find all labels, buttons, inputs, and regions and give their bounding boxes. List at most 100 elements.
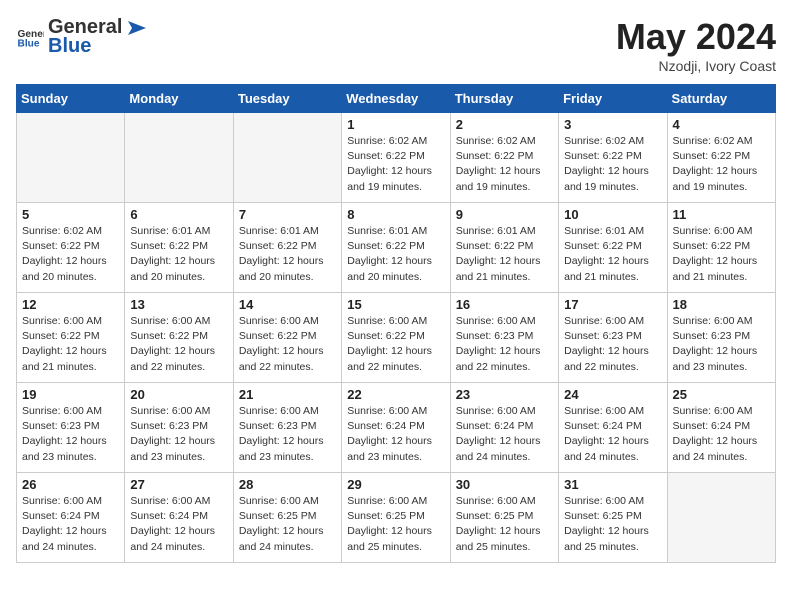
calendar-day-cell: 16Sunrise: 6:00 AM Sunset: 6:23 PM Dayli… bbox=[450, 293, 558, 383]
day-number: 31 bbox=[564, 477, 661, 492]
calendar-day-cell: 26 Sunrise: 6:00 AM Sunset: 6:24 PM Dayli… bbox=[17, 473, 125, 563]
calendar-day-cell bbox=[125, 113, 233, 203]
day-info: Sunrise: 6:00 AM Sunset: 6:23 PM Dayligh… bbox=[239, 404, 336, 465]
day-number: 26 bbox=[22, 477, 119, 492]
weekday-header-sunday: Sunday bbox=[17, 85, 125, 113]
calendar-day-cell: 15Sunrise: 6:00 AM Sunset: 6:22 PM Dayli… bbox=[342, 293, 450, 383]
day-info: Sunrise: 6:01 AM Sunset: 6:22 PM Dayligh… bbox=[564, 224, 661, 285]
location-title: Nzodji, Ivory Coast bbox=[616, 58, 776, 74]
day-info: Sunrise: 6:00 AM Sunset: 6:25 PM Dayligh… bbox=[456, 494, 553, 555]
day-number: 5 bbox=[22, 207, 119, 222]
calendar-day-cell: 25Sunrise: 6:00 AM Sunset: 6:24 PM Dayli… bbox=[667, 383, 775, 473]
day-number: 7 bbox=[239, 207, 336, 222]
day-number: 21 bbox=[239, 387, 336, 402]
day-info: Sunrise: 6:00 AM Sunset: 6:23 PM Dayligh… bbox=[564, 314, 661, 375]
day-info: Sunrise: 6:00 AM Sunset: 6:24 PM Dayligh… bbox=[22, 494, 119, 555]
calendar-day-cell: 9 Sunrise: 6:01 AM Sunset: 6:22 PM Daylig… bbox=[450, 203, 558, 293]
calendar-day-cell: 8 Sunrise: 6:01 AM Sunset: 6:22 PM Daylig… bbox=[342, 203, 450, 293]
day-info: Sunrise: 6:00 AM Sunset: 6:25 PM Dayligh… bbox=[239, 494, 336, 555]
calendar-day-cell: 19Sunrise: 6:00 AM Sunset: 6:23 PM Dayli… bbox=[17, 383, 125, 473]
day-number: 18 bbox=[673, 297, 770, 312]
svg-text:Blue: Blue bbox=[18, 38, 40, 49]
calendar-day-cell: 12 Sunrise: 6:00 AM Sunset: 6:22 PM Dayli… bbox=[17, 293, 125, 383]
day-number: 14 bbox=[239, 297, 336, 312]
day-number: 17 bbox=[564, 297, 661, 312]
day-info: Sunrise: 6:00 AM Sunset: 6:24 PM Dayligh… bbox=[564, 404, 661, 465]
month-title: May 2024 bbox=[616, 16, 776, 58]
day-number: 30 bbox=[456, 477, 553, 492]
day-info: Sunrise: 6:00 AM Sunset: 6:24 PM Dayligh… bbox=[347, 404, 444, 465]
calendar-day-cell: 18 Sunrise: 6:00 AM Sunset: 6:23 PM Dayli… bbox=[667, 293, 775, 383]
logo-arrow-icon bbox=[124, 19, 146, 37]
day-info: Sunrise: 6:00 AM Sunset: 6:23 PM Dayligh… bbox=[673, 314, 770, 375]
calendar-day-cell: 30 Sunrise: 6:00 AM Sunset: 6:25 PM Dayli… bbox=[450, 473, 558, 563]
calendar-day-cell bbox=[233, 113, 341, 203]
calendar-week-row: 19Sunrise: 6:00 AM Sunset: 6:23 PM Dayli… bbox=[17, 383, 776, 473]
calendar-week-row: 5 Sunrise: 6:02 AM Sunset: 6:22 PM Daylig… bbox=[17, 203, 776, 293]
day-info: Sunrise: 6:00 AM Sunset: 6:23 PM Dayligh… bbox=[130, 404, 227, 465]
calendar-day-cell: 5 Sunrise: 6:02 AM Sunset: 6:22 PM Daylig… bbox=[17, 203, 125, 293]
day-info: Sunrise: 6:01 AM Sunset: 6:22 PM Dayligh… bbox=[239, 224, 336, 285]
calendar-day-cell: 21 Sunrise: 6:00 AM Sunset: 6:23 PM Dayli… bbox=[233, 383, 341, 473]
day-number: 24 bbox=[564, 387, 661, 402]
calendar-day-cell bbox=[17, 113, 125, 203]
day-info: Sunrise: 6:02 AM Sunset: 6:22 PM Dayligh… bbox=[673, 134, 770, 195]
day-info: Sunrise: 6:00 AM Sunset: 6:23 PM Dayligh… bbox=[22, 404, 119, 465]
calendar-day-cell: 13 Sunrise: 6:00 AM Sunset: 6:22 PM Dayli… bbox=[125, 293, 233, 383]
day-number: 2 bbox=[456, 117, 553, 132]
calendar-day-cell: 3 Sunrise: 6:02 AM Sunset: 6:22 PM Daylig… bbox=[559, 113, 667, 203]
day-info: Sunrise: 6:01 AM Sunset: 6:22 PM Dayligh… bbox=[347, 224, 444, 285]
calendar-day-cell: 6Sunrise: 6:01 AM Sunset: 6:22 PM Daylig… bbox=[125, 203, 233, 293]
day-number: 6 bbox=[130, 207, 227, 222]
calendar-day-cell: 22 Sunrise: 6:00 AM Sunset: 6:24 PM Dayli… bbox=[342, 383, 450, 473]
calendar-day-cell: 20 Sunrise: 6:00 AM Sunset: 6:23 PM Dayli… bbox=[125, 383, 233, 473]
day-info: Sunrise: 6:00 AM Sunset: 6:24 PM Dayligh… bbox=[673, 404, 770, 465]
day-info: Sunrise: 6:02 AM Sunset: 6:22 PM Dayligh… bbox=[22, 224, 119, 285]
calendar-day-cell: 10Sunrise: 6:01 AM Sunset: 6:22 PM Dayli… bbox=[559, 203, 667, 293]
logo: General Blue General Blue bbox=[16, 16, 146, 58]
day-info: Sunrise: 6:00 AM Sunset: 6:22 PM Dayligh… bbox=[347, 314, 444, 375]
day-number: 9 bbox=[456, 207, 553, 222]
day-number: 23 bbox=[456, 387, 553, 402]
calendar-week-row: 12 Sunrise: 6:00 AM Sunset: 6:22 PM Dayli… bbox=[17, 293, 776, 383]
calendar-day-cell: 1 Sunrise: 6:02 AM Sunset: 6:22 PM Daylig… bbox=[342, 113, 450, 203]
day-number: 3 bbox=[564, 117, 661, 132]
day-info: Sunrise: 6:00 AM Sunset: 6:24 PM Dayligh… bbox=[130, 494, 227, 555]
day-number: 16 bbox=[456, 297, 553, 312]
weekday-header-tuesday: Tuesday bbox=[233, 85, 341, 113]
day-info: Sunrise: 6:02 AM Sunset: 6:22 PM Dayligh… bbox=[456, 134, 553, 195]
day-number: 27 bbox=[130, 477, 227, 492]
calendar-day-cell: 24 Sunrise: 6:00 AM Sunset: 6:24 PM Dayli… bbox=[559, 383, 667, 473]
day-number: 28 bbox=[239, 477, 336, 492]
day-info: Sunrise: 6:01 AM Sunset: 6:22 PM Dayligh… bbox=[456, 224, 553, 285]
day-info: Sunrise: 6:02 AM Sunset: 6:22 PM Dayligh… bbox=[564, 134, 661, 195]
calendar-table: SundayMondayTuesdayWednesdayThursdayFrid… bbox=[16, 84, 776, 563]
weekday-header-row: SundayMondayTuesdayWednesdayThursdayFrid… bbox=[17, 85, 776, 113]
day-number: 29 bbox=[347, 477, 444, 492]
day-info: Sunrise: 6:02 AM Sunset: 6:22 PM Dayligh… bbox=[347, 134, 444, 195]
header: General Blue General Blue May 2024 Nzodj… bbox=[16, 16, 776, 74]
calendar-day-cell: 4 Sunrise: 6:02 AM Sunset: 6:22 PM Daylig… bbox=[667, 113, 775, 203]
weekday-header-monday: Monday bbox=[125, 85, 233, 113]
day-info: Sunrise: 6:00 AM Sunset: 6:22 PM Dayligh… bbox=[130, 314, 227, 375]
day-number: 13 bbox=[130, 297, 227, 312]
day-info: Sunrise: 6:00 AM Sunset: 6:22 PM Dayligh… bbox=[22, 314, 119, 375]
day-number: 20 bbox=[130, 387, 227, 402]
day-number: 11 bbox=[673, 207, 770, 222]
day-info: Sunrise: 6:00 AM Sunset: 6:25 PM Dayligh… bbox=[347, 494, 444, 555]
weekday-header-friday: Friday bbox=[559, 85, 667, 113]
day-number: 22 bbox=[347, 387, 444, 402]
logo-icon: General Blue bbox=[16, 23, 44, 51]
calendar-day-cell: 2 Sunrise: 6:02 AM Sunset: 6:22 PM Daylig… bbox=[450, 113, 558, 203]
calendar-week-row: 26 Sunrise: 6:00 AM Sunset: 6:24 PM Dayli… bbox=[17, 473, 776, 563]
calendar-week-row: 1 Sunrise: 6:02 AM Sunset: 6:22 PM Daylig… bbox=[17, 113, 776, 203]
day-info: Sunrise: 6:00 AM Sunset: 6:22 PM Dayligh… bbox=[673, 224, 770, 285]
day-number: 8 bbox=[347, 207, 444, 222]
weekday-header-thursday: Thursday bbox=[450, 85, 558, 113]
day-number: 12 bbox=[22, 297, 119, 312]
day-number: 4 bbox=[673, 117, 770, 132]
calendar-day-cell: 27 Sunrise: 6:00 AM Sunset: 6:24 PM Dayli… bbox=[125, 473, 233, 563]
day-info: Sunrise: 6:00 AM Sunset: 6:22 PM Dayligh… bbox=[239, 314, 336, 375]
day-number: 1 bbox=[347, 117, 444, 132]
calendar-day-cell: 17 Sunrise: 6:00 AM Sunset: 6:23 PM Dayli… bbox=[559, 293, 667, 383]
